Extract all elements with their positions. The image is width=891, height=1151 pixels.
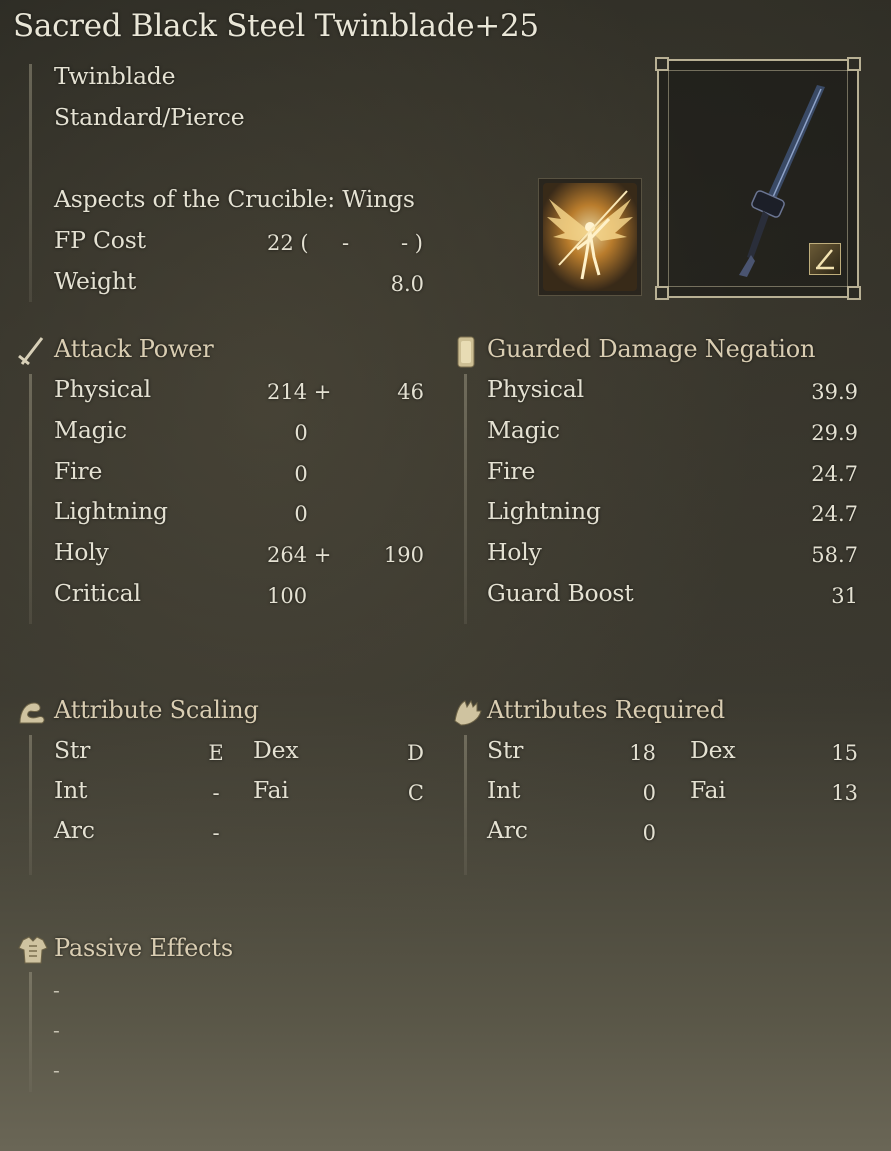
passive-effects-heading: Passive Effects: [54, 934, 233, 962]
attack-row-base: 100: [267, 584, 308, 608]
guard-row-value: 39.9: [811, 380, 858, 404]
scaling-arc-label: Arc: [54, 816, 95, 844]
attack-row-bonus: 190: [383, 543, 424, 567]
required-arc-value: 0: [642, 821, 656, 845]
weapon-affinity-icon: [809, 243, 841, 275]
guard-row-value: 24.7: [811, 502, 858, 526]
required-int-value: 0: [642, 781, 656, 805]
scaling-int-label: Int: [54, 776, 88, 804]
weapon-type: Twinblade: [54, 62, 176, 90]
guard-row-label: Guard Boost: [487, 579, 634, 607]
passive-effect-item: -: [53, 978, 60, 1002]
scaling-int-value: -: [212, 781, 220, 805]
section-divider: [464, 735, 467, 875]
guard-row-value: 31: [831, 584, 858, 608]
required-str-label: Str: [487, 736, 524, 764]
attack-row-label: Lightning: [54, 497, 168, 525]
attack-row-base: 0: [294, 502, 308, 526]
guard-row-label: Magic: [487, 416, 560, 444]
armor-icon: [18, 936, 48, 964]
weight-label: Weight: [54, 267, 137, 295]
fp-cost-dash: - ): [401, 231, 423, 255]
damage-type: Standard/Pierce: [54, 103, 245, 131]
section-divider: [29, 64, 32, 302]
hand-icon: [454, 699, 482, 726]
guard-row-label: Holy: [487, 538, 542, 566]
attack-row-base: 214 +: [267, 380, 332, 404]
required-str-value: 18: [629, 741, 656, 765]
guard-row-label: Lightning: [487, 497, 601, 525]
guard-row-value: 58.7: [811, 543, 858, 567]
attack-row-label: Critical: [54, 579, 141, 607]
guard-row-value: 29.9: [811, 421, 858, 445]
section-divider: [29, 972, 32, 1092]
passive-effect-item: -: [53, 1018, 60, 1042]
weight-value: 8.0: [390, 272, 424, 296]
skill-name: Aspects of the Crucible: Wings: [54, 185, 415, 213]
scaling-str-value: E: [208, 741, 224, 765]
guard-row-label: Fire: [487, 457, 536, 485]
guard-row-label: Physical: [487, 375, 584, 403]
required-dex-value: 15: [831, 741, 858, 765]
scaling-arc-value: -: [212, 821, 220, 845]
weapon-title: Sacred Black Steel Twinblade+25: [13, 8, 539, 44]
attack-row-label: Holy: [54, 538, 109, 566]
scaling-str-label: Str: [54, 736, 91, 764]
attack-power-heading: Attack Power: [54, 335, 214, 363]
section-divider: [464, 374, 467, 624]
attack-row-bonus: 46: [397, 380, 424, 404]
required-dex-label: Dex: [690, 736, 736, 764]
shield-icon: [457, 336, 475, 368]
attack-row-label: Fire: [54, 457, 103, 485]
attack-row-base: 0: [294, 421, 308, 445]
scaling-fai-label: Fai: [253, 776, 289, 804]
required-fai-label: Fai: [690, 776, 726, 804]
attack-row-label: Magic: [54, 416, 127, 444]
fp-cost-dash: -: [342, 231, 350, 255]
attack-row-base: 0: [294, 462, 308, 486]
weapon-image-frame: [655, 57, 861, 300]
attack-row-label: Physical: [54, 375, 151, 403]
scaling-fai-value: C: [407, 781, 424, 805]
required-arc-label: Arc: [487, 816, 528, 844]
section-divider: [29, 374, 32, 624]
required-fai-value: 13: [831, 781, 858, 805]
winged-figure-icon: [543, 183, 637, 291]
skill-image: [538, 178, 642, 296]
section-divider: [29, 735, 32, 875]
attribute-scaling-heading: Attribute Scaling: [54, 696, 259, 724]
fp-cost-value: 22 (: [267, 231, 309, 255]
flexed-arm-icon: [19, 702, 45, 724]
attributes-required-heading: Attributes Required: [487, 696, 725, 724]
sword-icon: [18, 337, 44, 366]
guarded-heading: Guarded Damage Negation: [487, 335, 816, 363]
required-int-label: Int: [487, 776, 521, 804]
attack-row-base: 264 +: [267, 543, 332, 567]
scaling-dex-label: Dex: [253, 736, 299, 764]
fp-cost-label: FP Cost: [54, 226, 146, 254]
guard-row-value: 24.7: [811, 462, 858, 486]
passive-effect-item: -: [53, 1058, 60, 1082]
scaling-dex-value: D: [407, 741, 424, 765]
